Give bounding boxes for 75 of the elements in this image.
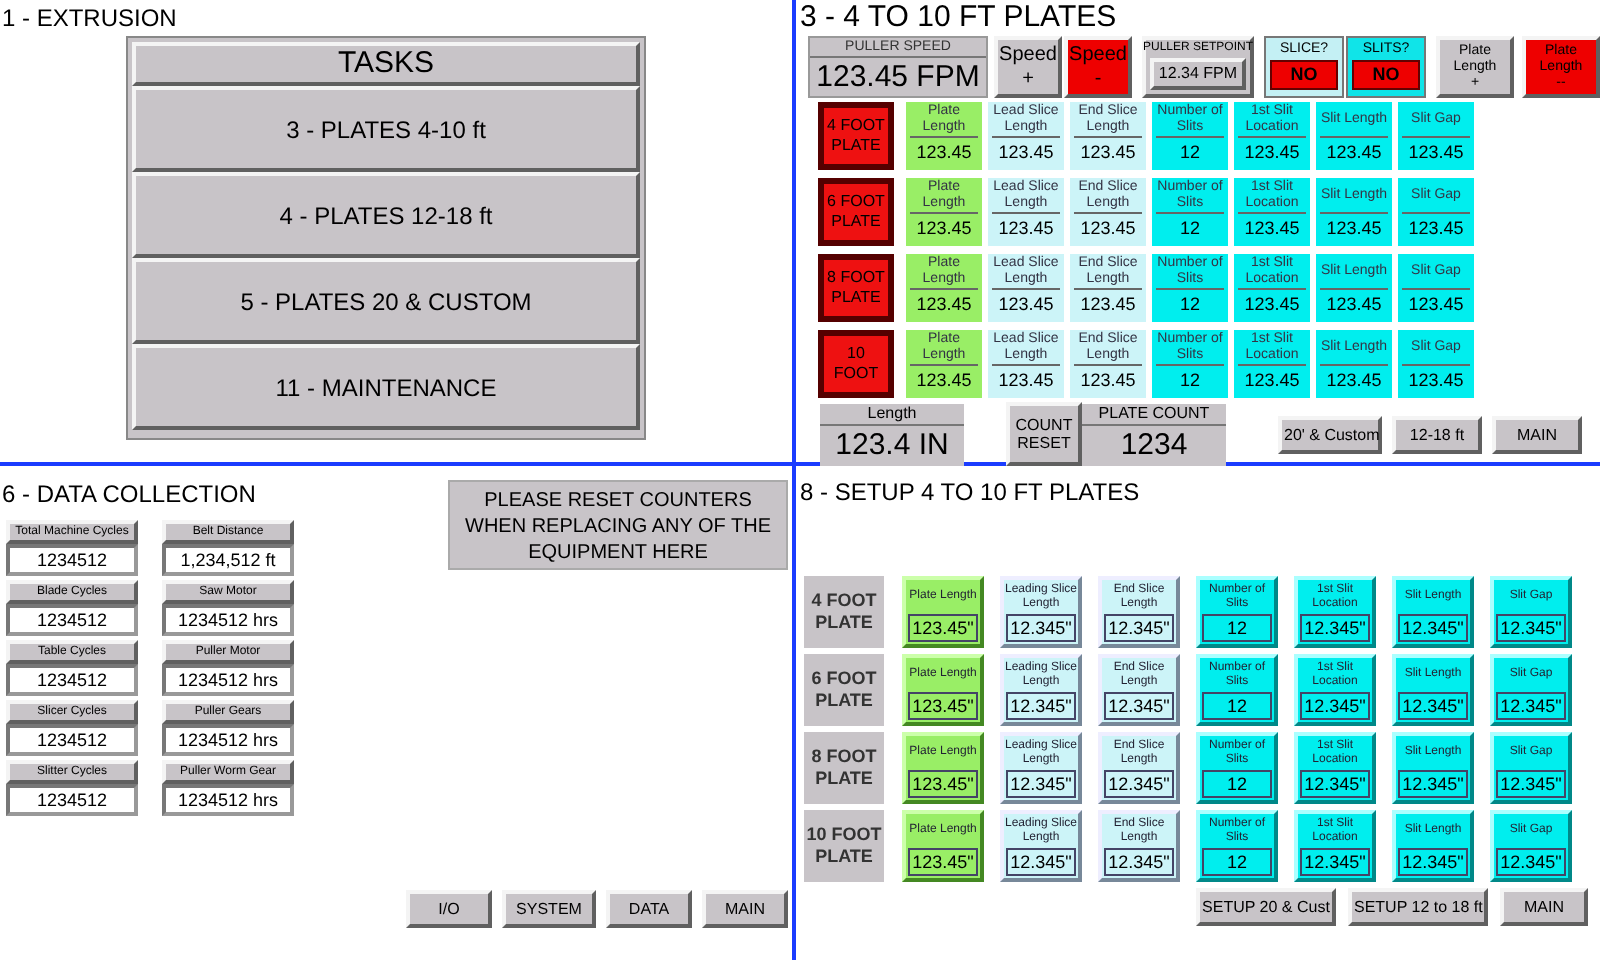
counter-value: 1234512 hrs bbox=[162, 664, 294, 696]
nav-button[interactable]: MAIN bbox=[1500, 888, 1588, 926]
plate-label: 6 FOOT PLATE bbox=[804, 654, 884, 726]
status-indicator: NO bbox=[1270, 60, 1338, 90]
value-field: 12.345" bbox=[1300, 692, 1370, 720]
nav-button[interactable]: SETUP 20 & Cust bbox=[1196, 888, 1336, 926]
nav-button[interactable]: SETUP 12 to 18 ft bbox=[1348, 888, 1488, 926]
section-title: 3 - 4 TO 10 FT PLATES bbox=[800, 0, 1119, 36]
counter-value: 1234512 bbox=[6, 544, 138, 576]
readout-value: 123.45 FPM bbox=[816, 58, 980, 98]
plate-select-button[interactable]: 6 FOOT PLATE bbox=[818, 178, 894, 246]
value-field: 12.345" bbox=[1398, 770, 1468, 798]
value-field: 12.345" bbox=[1104, 614, 1174, 642]
value-field: 12.345" bbox=[1006, 614, 1076, 642]
value-field: 12 bbox=[1202, 848, 1272, 876]
value-field: 12.345" bbox=[1104, 770, 1174, 798]
counter-value: 1234512 bbox=[6, 604, 138, 636]
value-field: 12.345" bbox=[1006, 770, 1076, 798]
value-field: 123.45" bbox=[908, 848, 978, 876]
value-field: 123.45" bbox=[908, 692, 978, 720]
counter-value: 1,234,512 ft bbox=[162, 544, 294, 576]
value-field: 123.45" bbox=[908, 614, 978, 642]
value-field: 12.345" bbox=[1300, 848, 1370, 876]
counter-value: 1234512 hrs bbox=[162, 724, 294, 756]
status-indicator: NO bbox=[1352, 60, 1420, 90]
value-field: 12.345" bbox=[1300, 770, 1370, 798]
counter-value: 1234512 bbox=[6, 784, 138, 816]
value-field: 12.345" bbox=[1104, 848, 1174, 876]
value-field: 123.45" bbox=[908, 770, 978, 798]
value-field: 12.345" bbox=[1398, 614, 1468, 642]
tasks-title: TASKS bbox=[132, 42, 640, 86]
counter-value: 1234512 bbox=[6, 724, 138, 756]
speed-button[interactable]: Speed + bbox=[994, 36, 1062, 98]
value-field: 12 bbox=[1202, 692, 1272, 720]
task-button[interactable]: 5 - PLATES 20 & CUSTOM bbox=[132, 258, 640, 344]
plate-count-readout: PLATE COUNT 1234 bbox=[1082, 404, 1226, 466]
plate-select-button[interactable]: 8 FOOT PLATE bbox=[818, 254, 894, 322]
nav-button[interactable]: MAIN bbox=[702, 890, 788, 928]
setpoint-value[interactable]: 12.34 FPM bbox=[1150, 58, 1246, 90]
value-field: 12.345" bbox=[1496, 692, 1566, 720]
nav-button[interactable]: MAIN bbox=[1492, 416, 1582, 454]
nav-button[interactable]: DATA bbox=[606, 890, 692, 928]
nav-button[interactable]: 20' & Custom bbox=[1278, 416, 1382, 454]
nav-button[interactable]: 12-18 ft bbox=[1392, 416, 1482, 454]
length-readout: Length 123.4 IN bbox=[820, 404, 964, 466]
value-field: 12 bbox=[1202, 770, 1272, 798]
section-title: 1 - EXTRUSION bbox=[0, 2, 179, 36]
task-button[interactable]: 4 - PLATES 12-18 ft bbox=[132, 172, 640, 258]
notice-text: PLEASE RESET COUNTERS WHEN REPLACING ANY OF THE EQUIPMENT HERE bbox=[448, 480, 788, 570]
value-field: 12 bbox=[1202, 614, 1272, 642]
section-title: 6 - DATA COLLECTION bbox=[0, 478, 258, 512]
value-field: 12.345" bbox=[1398, 692, 1468, 720]
task-button[interactable]: 3 - PLATES 4-10 ft bbox=[132, 86, 640, 172]
value-field: 12.345" bbox=[1006, 848, 1076, 876]
value-field: 12.345" bbox=[1496, 614, 1566, 642]
count-reset-button[interactable]: COUNT RESET bbox=[1006, 402, 1082, 466]
value-field: 12.345" bbox=[1104, 692, 1174, 720]
value-field: 12.345" bbox=[1006, 692, 1076, 720]
counter-value: 1234512 hrs bbox=[162, 604, 294, 636]
section-title: 8 - SETUP 4 TO 10 FT PLATES bbox=[800, 476, 1142, 510]
plate-label: 4 FOOT PLATE bbox=[804, 576, 884, 648]
speed-button[interactable]: Speed - bbox=[1064, 36, 1132, 98]
value-field: 12.345" bbox=[1496, 770, 1566, 798]
value-field: 12.345" bbox=[1300, 614, 1370, 642]
plate-label: 8 FOOT PLATE bbox=[804, 732, 884, 804]
plate-label: 10 FOOT PLATE bbox=[804, 810, 884, 882]
value-field: 12.345" bbox=[1398, 848, 1468, 876]
counter-value: 1234512 bbox=[6, 664, 138, 696]
task-button[interactable]: 11 - MAINTENANCE bbox=[132, 344, 640, 430]
nav-button[interactable]: I/O bbox=[406, 890, 492, 928]
value-field: 12.345" bbox=[1496, 848, 1566, 876]
plate-select-button[interactable]: 4 FOOT PLATE bbox=[818, 102, 894, 170]
plate-select-button[interactable]: 10 FOOT bbox=[818, 330, 894, 398]
nav-button[interactable]: SYSTEM bbox=[502, 890, 596, 928]
counter-value: 1234512 hrs bbox=[162, 784, 294, 816]
